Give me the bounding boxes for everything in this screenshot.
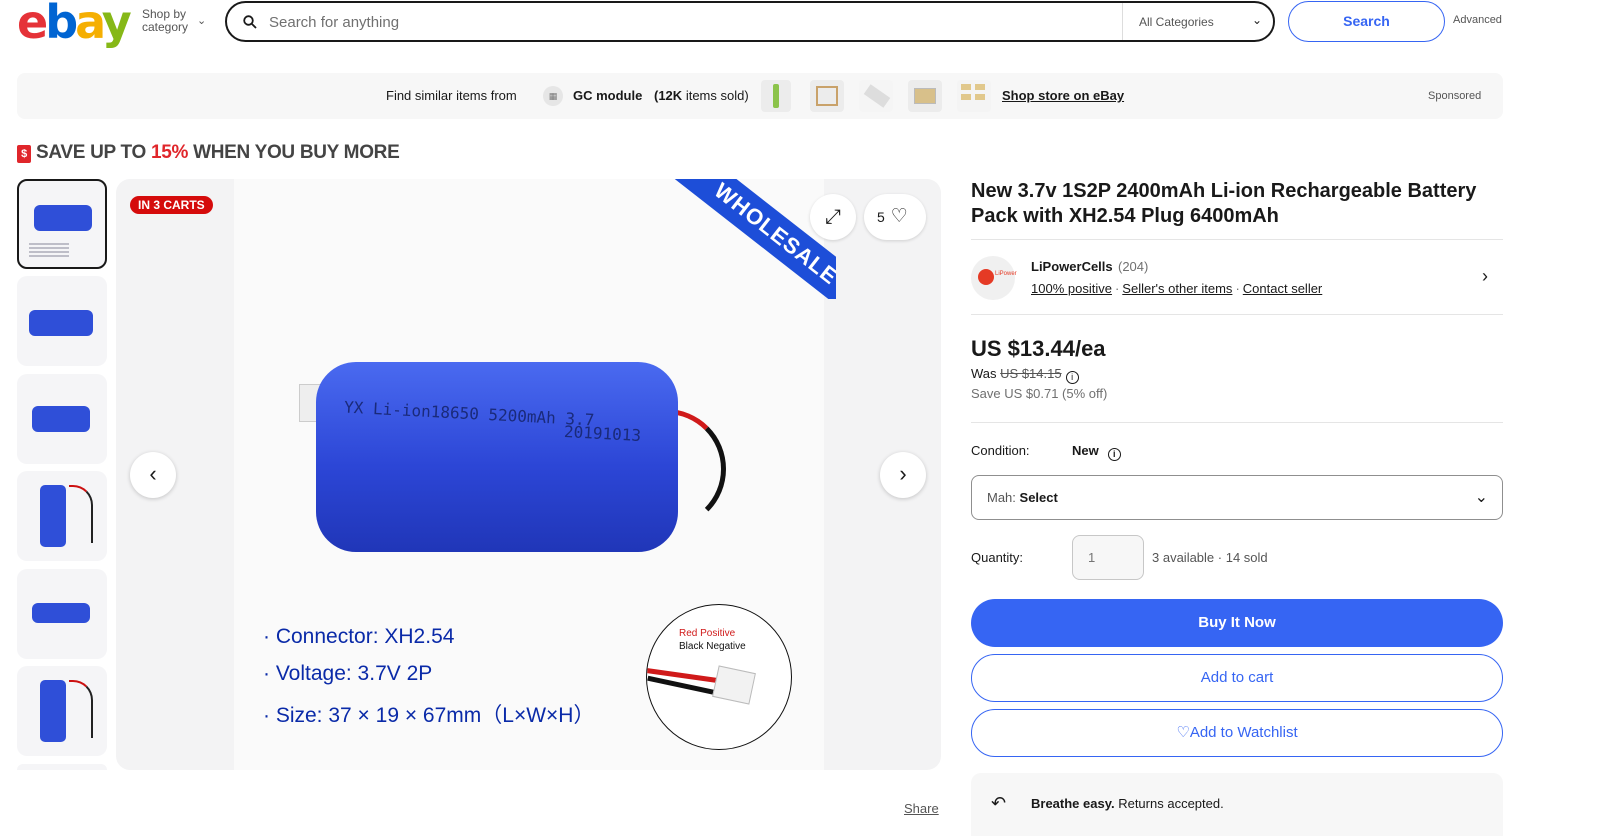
quantity-input[interactable]	[1072, 535, 1144, 580]
share-link[interactable]: Share	[904, 801, 939, 816]
seller-feedback-count: (204)	[1118, 259, 1149, 274]
expand-icon[interactable]: ⤢	[810, 194, 856, 240]
divider	[1122, 3, 1123, 40]
returns-panel: ↶ Breathe easy. Returns accepted.	[971, 773, 1503, 836]
price-tag-icon: $	[17, 145, 31, 163]
availability-text: 3 available · 14 sold	[1152, 550, 1268, 565]
spec-line: · Size: 37 × 19 × 67mm（L×W×H）	[263, 704, 595, 727]
return-arrow-icon: ↶	[991, 793, 1007, 813]
was-price: Was US $14.15 i	[971, 366, 1079, 384]
wholesale-ribbon: WHOLESALE	[636, 179, 836, 299]
buy-it-now-button[interactable]: Buy It Now	[971, 599, 1503, 647]
next-image-button[interactable]: ›	[880, 452, 926, 498]
store-name[interactable]: GC module	[573, 88, 642, 103]
main-product-image[interactable]: IN 3 CARTS WHOLESALE YX Li-ion18650 5200…	[116, 179, 941, 770]
store-sold-count: (12K items sold)	[654, 88, 749, 103]
connector-inset: Red Positive Black Negative	[646, 604, 792, 750]
add-to-cart-button[interactable]: Add to cart	[971, 654, 1503, 702]
thumbnail-image[interactable]	[17, 471, 107, 561]
price: US $13.44/ea	[971, 336, 1106, 361]
thumbnail-image[interactable]	[17, 764, 107, 770]
search-input[interactable]	[269, 10, 1109, 34]
condition-value: New i	[1072, 443, 1121, 461]
find-similar-text: Find similar items from	[386, 88, 517, 103]
quantity-label: Quantity:	[971, 550, 1024, 565]
heart-icon: ♡	[890, 206, 908, 227]
product-title: New 3.7v 1S2P 2400mAh Li-ion Rechargeabl…	[971, 180, 1477, 227]
divider	[971, 422, 1503, 423]
chevron-right-icon[interactable]: ›	[1482, 266, 1488, 287]
header: ebay Shop by category ⌄ All Categories ⌄…	[0, 0, 1600, 45]
multi-buy-promo: $ SAVE UP TO 15% WHEN YOU BUY MORE	[17, 142, 400, 164]
spec-line: · Connector: XH2.54	[263, 625, 455, 648]
condition-label: Condition:	[971, 443, 1030, 458]
search-bar: All Categories ⌄	[225, 1, 1275, 42]
advanced-search-link[interactable]: Advanced	[1453, 14, 1502, 26]
watch-button[interactable]: 5 ♡	[864, 194, 926, 240]
store-item-thumbnail[interactable]	[810, 80, 844, 112]
ebay-logo[interactable]: ebay	[17, 0, 132, 45]
spec-line: · Voltage: 3.7V 2P	[263, 662, 433, 685]
store-item-thumbnail[interactable]	[957, 80, 991, 112]
thumbnail-image[interactable]	[17, 374, 107, 464]
thumbnail-image[interactable]	[17, 569, 107, 659]
savings-text: Save US $0.71 (5% off)	[971, 386, 1108, 401]
thumbnail-image[interactable]	[17, 179, 107, 269]
shop-by-category[interactable]: Shop by category ⌄	[142, 8, 206, 34]
store-logo-icon[interactable]: ▦	[543, 86, 563, 106]
divider	[971, 239, 1503, 240]
previous-image-button[interactable]: ‹	[130, 452, 176, 498]
contact-seller-link[interactable]: Contact seller	[1243, 281, 1322, 296]
positive-feedback-link[interactable]: 100% positive	[1031, 281, 1112, 296]
store-item-thumbnail[interactable]	[761, 80, 791, 112]
add-to-watchlist-button[interactable]: ♡Add to Watchlist	[971, 709, 1503, 757]
seller-links: 100% positive · Seller's other items · Conta…	[1031, 281, 1323, 296]
seller-name[interactable]: LiPowerCells	[1031, 259, 1113, 274]
heart-icon: ♡	[1176, 724, 1190, 741]
category-select[interactable]: All Categories	[1139, 15, 1214, 29]
seller-other-items-link[interactable]: Seller's other items	[1122, 281, 1232, 296]
store-item-thumbnail[interactable]	[859, 80, 893, 112]
store-item-thumbnail[interactable]	[908, 80, 942, 112]
chevron-down-icon: ⌄	[1474, 489, 1488, 506]
info-icon[interactable]: i	[1065, 371, 1079, 384]
chevron-down-icon: ⌄	[197, 15, 207, 27]
info-icon[interactable]: i	[1107, 448, 1121, 461]
thumbnail-image[interactable]	[17, 276, 107, 366]
battery-pack: YX Li-ion18650 5200mAh 3.7 20191013	[316, 362, 678, 552]
in-carts-badge: IN 3 CARTS	[130, 196, 213, 214]
search-icon	[243, 15, 257, 29]
sponsored-label: Sponsored	[1428, 90, 1482, 102]
shop-store-link[interactable]: Shop store on eBay	[1002, 88, 1124, 103]
search-button[interactable]: Search	[1288, 1, 1445, 42]
mah-select[interactable]: Mah: Select ⌄	[971, 475, 1503, 520]
seller-avatar[interactable]: LiPower	[971, 256, 1017, 300]
store-banner: Find similar items from ▦ GC module (12K…	[17, 73, 1503, 119]
chevron-down-icon: ⌄	[1252, 13, 1263, 27]
thumbnail-image[interactable]	[17, 666, 107, 756]
divider	[971, 314, 1503, 315]
